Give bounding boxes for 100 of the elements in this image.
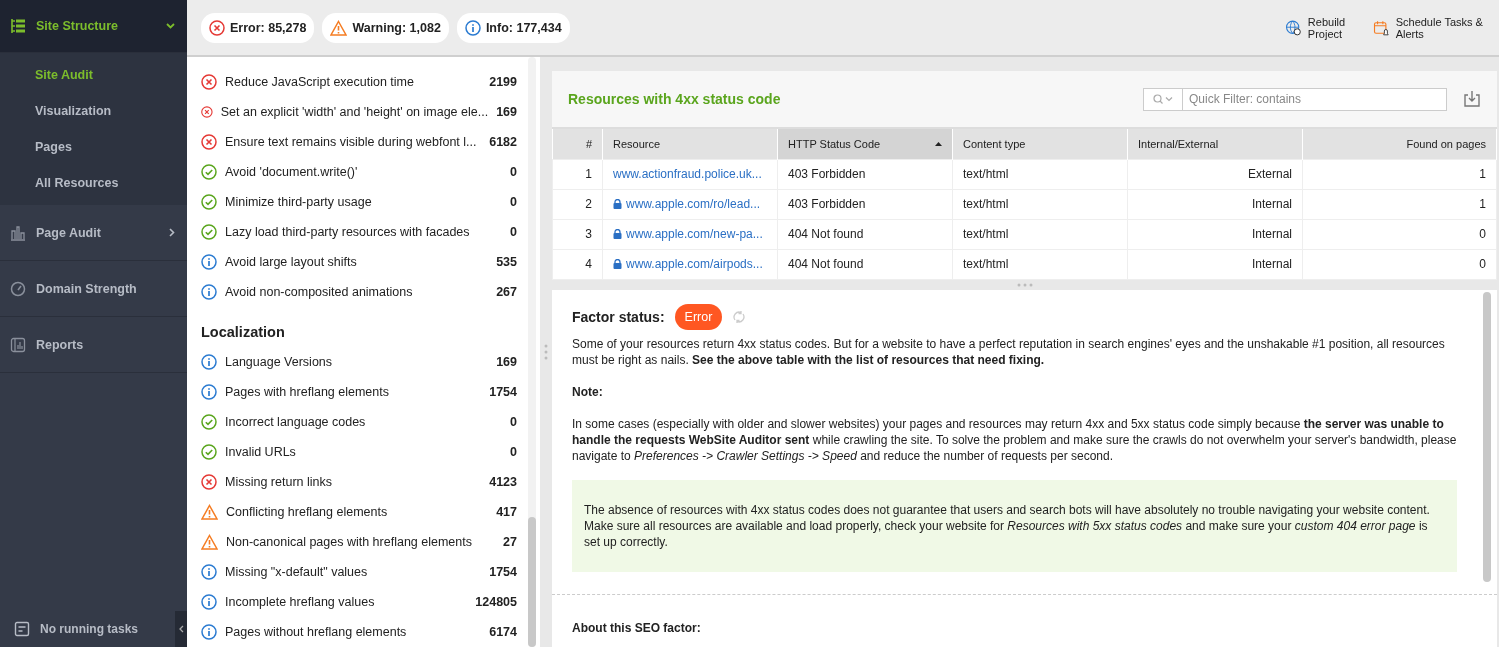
column-header[interactable]: Internal/External [1127,129,1303,159]
issue-row[interactable]: Reduce JavaScript execution time 2199 [201,67,526,97]
bar-chart-icon [10,224,26,241]
info-icon [201,384,217,400]
issue-label: Non-canonical pages with hreflang elements [226,535,473,549]
sidebar-item[interactable]: Visualization [0,93,187,129]
gauge-icon [10,280,26,297]
collapse-sidebar-button[interactable] [175,611,187,647]
issue-label: Missing "x-default" values [225,565,369,579]
table-cell: 1 [552,159,603,189]
card-title: Resources with 4xx status code [568,91,782,107]
description-paragraph: Some of your resources return 4xx status codes. But for a website to have a perfect reputation in search engines' eyes and the unshakable #1 position, all resources must be right as nails. See the above table with the list of resources that need fixing. [572,335,1446,368]
search-icon [1153,94,1173,104]
issue-row[interactable]: Incomplete hreflang values 124805 [201,587,526,617]
quick-filter-field[interactable]: Quick Filter: contains [1183,87,1447,111]
issue-row[interactable]: Ensure text remains visible during webfont l... 6182 [201,127,526,157]
sidebar-item[interactable]: All Resources [0,165,187,201]
column-header[interactable]: HTTP Status Code [777,129,953,159]
issue-label: Language Versions [225,355,334,369]
issue-row[interactable]: Minimize third-party usage 0 [201,187,526,217]
issue-row[interactable]: Avoid 'document.write()' 0 [201,157,526,187]
issue-count: 417 [496,505,517,519]
table-cell: 403 Forbidden [777,159,953,189]
resource-link[interactable]: www.actionfraud.police.uk... [613,167,762,181]
issue-row[interactable]: Invalid URLs 0 [201,437,526,467]
scrollbar[interactable] [528,57,536,647]
export-button[interactable] [1463,90,1481,108]
table-cell: 2 [552,189,603,219]
issue-label: Set an explicit 'width' and 'height' on image ele... [220,105,489,119]
toolbar-action[interactable]: Schedule Tasks & Alerts [1373,15,1485,40]
issue-count: 124805 [475,595,517,609]
column-header[interactable]: # [552,129,603,159]
error-icon [201,474,217,490]
issue-label: Ensure text remains visible during webfont l... [225,135,478,149]
issue-row[interactable]: Language Versions 169 [201,347,526,377]
issue-row[interactable]: Incorrect language codes 0 [201,407,526,437]
table-cell: Internal [1127,189,1303,219]
download-icon [1463,90,1481,108]
issue-row[interactable]: Avoid non-composited animations 267 [201,277,526,307]
summary-label: Warning: 1,082 [352,20,441,35]
issue-count: 535 [496,255,517,269]
issue-count: 6174 [489,625,517,639]
column-header[interactable]: Found on pages [1302,129,1497,159]
issue-row[interactable]: Avoid large layout shifts 535 [201,247,526,277]
issue-row[interactable]: Lazy load third-party resources with facades 0 [201,217,526,247]
summary-count[interactable]: Error: 85,278 [201,12,315,43]
table-cell: Internal [1127,249,1303,279]
description-paragraph: In some cases (especially with older and slower websites) your pages and resources may return 4xx and 5xx status code simply because the server was unable to handle the requests WebSite Auditor sent while crawling the site. To solve the problem and make sure the crawls do not overwhelm your server's bandwidth, please navigate to Preferences -> Crawler Settings -> Speed and reduce the number of requests per second. [572,415,1457,464]
sidebar-item[interactable]: Pages [0,129,187,165]
sidebar-section[interactable]: Site Structure [0,0,187,53]
issue-row[interactable]: Set an explicit 'width' and 'height' on image ele... 169 [201,97,526,127]
resource-link[interactable]: www.apple.com/new-pa... [613,226,763,241]
issue-label: Conflicting hreflang elements [226,505,389,519]
issue-row[interactable]: Missing "x-default" values 1754 [201,557,526,587]
column-header[interactable]: Content type [952,129,1128,159]
lock-icon [613,198,622,209]
sidebar-item[interactable]: Site Audit [0,57,187,93]
column-header[interactable]: Resource [602,129,778,159]
table-cell: text/html [952,159,1128,189]
issue-row[interactable]: Missing return links 4123 [201,467,526,497]
issue-count: 4123 [489,475,517,489]
info-icon [464,19,481,36]
report-icon [10,336,26,353]
info-icon [201,284,217,300]
issue-row[interactable]: Conflicting hreflang elements 417 [201,497,526,527]
scrollbar[interactable] [1483,291,1491,582]
issue-count: 0 [510,195,517,209]
error-icon [201,134,217,150]
issue-count: 6182 [489,135,517,149]
task-list-icon [14,621,30,637]
issue-label: Avoid large layout shifts [225,255,358,269]
table-cell: 3 [552,219,603,249]
lock-icon [613,258,622,269]
issue-count: 267 [496,285,517,299]
issue-row[interactable]: Pages with hreflang elements 1754 [201,377,526,407]
description-paragraph: Note: [572,383,604,400]
issue-row[interactable]: Pages without hreflang elements 6174 [201,617,526,647]
error-icon [201,104,213,120]
table-cell: 404 Not found [777,219,953,249]
issue-count: 1754 [489,565,517,579]
table-cell: 0 [1302,219,1497,249]
toolbar-action[interactable]: Rebuild Project [1285,15,1365,40]
resize-handle-icon[interactable] [1016,282,1033,287]
issue-label: Avoid 'document.write()' [225,165,359,179]
summary-count[interactable]: Info: 177,434 [456,12,570,43]
resource-link[interactable]: www.apple.com/ro/lead... [613,196,761,211]
table-cell: Internal [1127,219,1303,249]
issue-count: 27 [503,535,517,549]
summary-count[interactable]: Warning: 1,082 [322,12,449,43]
issue-label: Incorrect language codes [225,415,367,429]
drag-handle-icon[interactable] [544,344,548,360]
info-icon [201,354,217,370]
factor-status-label: Factor status: [572,308,665,325]
chevron-right-icon [169,228,175,237]
issue-count: 0 [510,415,517,429]
tip-text: The absence of resources with 4xx status codes does not guarantee that users and search bots will have absolutely no trouble navigating your website content. Make sure all resources are available and load properly, check your website for Resources with 5xx status codes and make sure your custom 404 error page is set up correctly. [584,502,1430,549]
search-dropdown[interactable] [1143,87,1183,111]
refresh-icon[interactable] [732,309,747,324]
resource-link[interactable]: www.apple.com/airpods... [613,256,763,271]
issue-row[interactable]: Non-canonical pages with hreflang elements 27 [201,527,526,557]
